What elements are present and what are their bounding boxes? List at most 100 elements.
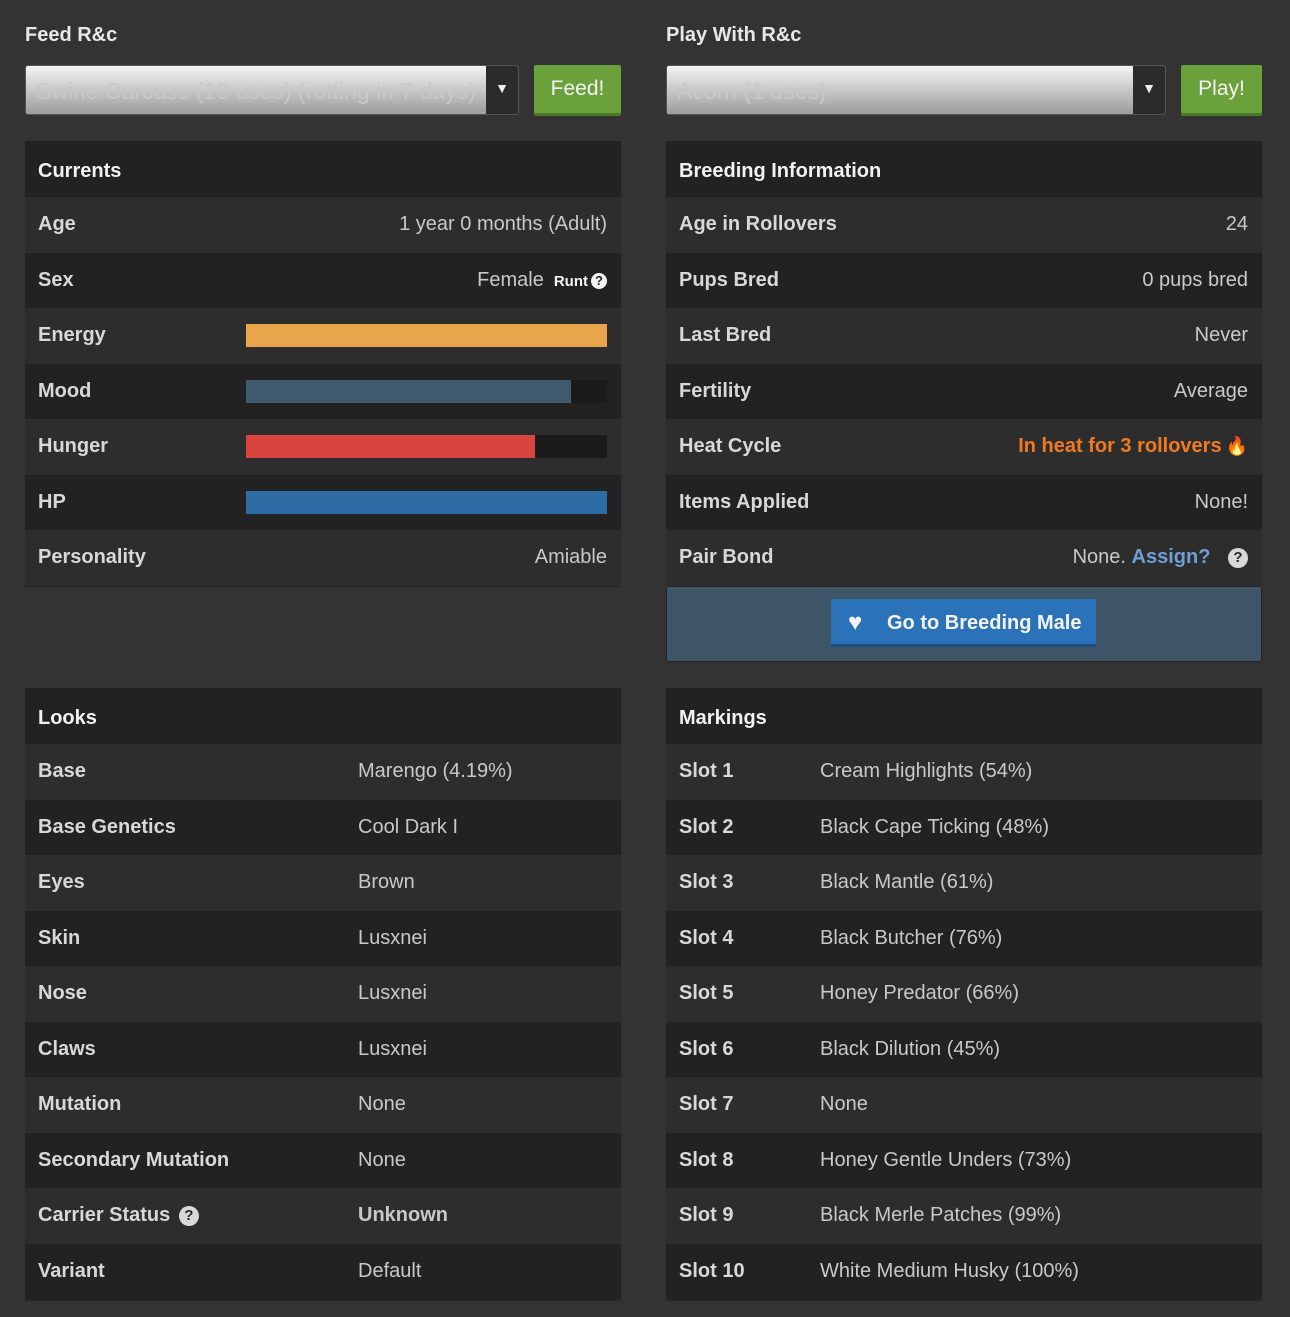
looks-row-value: Lusxnei bbox=[358, 982, 427, 1005]
currents-panel: Currents Age 1 year 0 months (Adult) Sex… bbox=[25, 141, 621, 587]
variant-label: Variant bbox=[38, 1259, 105, 1282]
breeding-row-label: Last Bred bbox=[679, 324, 772, 347]
left-column: Feed R&c Swine Carcass (10 uses) (rottin… bbox=[25, 0, 621, 1317]
heart-icon: ♥ bbox=[848, 609, 863, 636]
heat-text: In heat for 3 rollovers bbox=[1018, 435, 1222, 458]
hunger-bar-fill bbox=[246, 435, 535, 459]
pair-bond-row: Pair Bond None. Assign? ? bbox=[666, 530, 1262, 586]
looks-row: Claws Lusxnei bbox=[25, 1021, 621, 1077]
feed-item-select[interactable]: Swine Carcass (10 uses) (rotting in 7 da… bbox=[25, 65, 519, 115]
age-row: Age 1 year 0 months (Adult) bbox=[25, 197, 621, 253]
marking-value: Black Cape Ticking (48%) bbox=[820, 815, 1049, 838]
personality-row: Personality Amiable bbox=[25, 530, 621, 586]
marking-row: Slot 10 White Medium Husky (100%) bbox=[666, 1243, 1262, 1299]
items-value: None! bbox=[1194, 490, 1248, 513]
personality-label: Personality bbox=[38, 546, 146, 569]
looks-row-value: Marengo (4.19%) bbox=[358, 760, 513, 783]
mood-row: Mood bbox=[25, 363, 621, 419]
sex-label: Sex bbox=[38, 268, 74, 291]
marking-row: Slot 5 Honey Predator (66%) bbox=[666, 966, 1262, 1022]
looks-row: Base Marengo (4.19%) bbox=[25, 744, 621, 800]
marking-value: Black Butcher (76%) bbox=[820, 926, 1003, 949]
sex-row: Sex Female Runt? bbox=[25, 252, 621, 308]
help-icon[interactable]: ? bbox=[178, 1206, 199, 1227]
help-icon[interactable]: ? bbox=[1228, 548, 1248, 569]
looks-row-value: None bbox=[358, 1093, 406, 1116]
breeding-action-box: ♥ Go to Breeding Male bbox=[667, 587, 1261, 661]
looks-row-label: Secondary Mutation bbox=[38, 1148, 230, 1171]
variant-row: Variant Default bbox=[25, 1243, 621, 1299]
energy-bar-fill bbox=[246, 324, 607, 348]
breeding-row-value: Average bbox=[1173, 379, 1248, 402]
hp-label: HP bbox=[38, 490, 66, 513]
looks-row-label: Nose bbox=[38, 982, 87, 1005]
assign-link[interactable]: Assign? bbox=[1132, 546, 1211, 568]
marking-row: Slot 1 Cream Highlights (54%) bbox=[666, 744, 1262, 800]
age-label: Age bbox=[38, 213, 76, 236]
breeding-row-value: Never bbox=[1194, 324, 1248, 347]
marking-slot-label: Slot 5 bbox=[679, 982, 734, 1005]
marking-row: Slot 6 Black Dilution (45%) bbox=[666, 1021, 1262, 1077]
carrier-value-link[interactable]: Unknown bbox=[358, 1204, 448, 1227]
mood-bar bbox=[246, 379, 607, 403]
looks-row-label: Base Genetics bbox=[38, 815, 176, 838]
looks-row-value: Brown bbox=[358, 871, 415, 894]
items-row: Items Applied None! bbox=[666, 474, 1262, 530]
breeding-row-value: 24 bbox=[1225, 213, 1248, 236]
marking-slot-label: Slot 2 bbox=[679, 815, 734, 838]
looks-row: Mutation None bbox=[25, 1077, 621, 1133]
variant-value: Default bbox=[358, 1259, 422, 1282]
breeding-panel: Breeding Information Age in Rollovers 24 … bbox=[666, 141, 1262, 662]
looks-row-label: Claws bbox=[38, 1037, 96, 1060]
marking-value: White Medium Husky (100%) bbox=[820, 1259, 1079, 1282]
hp-bar bbox=[246, 490, 607, 514]
heat-label: Heat Cycle bbox=[679, 435, 782, 458]
marking-row: Slot 9 Black Merle Patches (99%) bbox=[666, 1188, 1262, 1244]
looks-row: Base Genetics Cool Dark I bbox=[25, 799, 621, 855]
energy-label: Energy bbox=[38, 324, 106, 347]
items-label: Items Applied bbox=[679, 490, 810, 513]
hp-bar-fill bbox=[246, 490, 607, 514]
heat-value: In heat for 3 rollovers 🔥 bbox=[1018, 435, 1248, 458]
go-to-breeding-male-button[interactable]: ♥ Go to Breeding Male bbox=[831, 599, 1096, 647]
play-title: Play With R&c bbox=[666, 24, 802, 46]
hp-row: HP bbox=[25, 474, 621, 530]
breeding-row: Age in Rollovers 24 bbox=[666, 197, 1262, 253]
sex-text: Female bbox=[477, 268, 544, 291]
sex-value: Female Runt? bbox=[477, 269, 607, 292]
play-item-select[interactable]: Acorn (1 uses) ▼ bbox=[666, 65, 1166, 115]
help-icon[interactable]: ? bbox=[591, 272, 607, 289]
breeding-row: Pups Bred 0 pups bred bbox=[666, 252, 1262, 308]
marking-slot-label: Slot 3 bbox=[679, 871, 734, 894]
feed-selected-item: Swine Carcass (10 uses) (rotting in 7 da… bbox=[36, 78, 476, 104]
looks-row: Secondary Mutation None bbox=[25, 1132, 621, 1188]
marking-row: Slot 3 Black Mantle (61%) bbox=[666, 855, 1262, 911]
right-column: Play With R&c Acorn (1 uses) ▼ Play! Bre… bbox=[666, 0, 1262, 1317]
looks-row-label: Base bbox=[38, 760, 86, 783]
hunger-label: Hunger bbox=[38, 435, 108, 458]
mood-label: Mood bbox=[38, 379, 92, 402]
pair-bond-value: None. Assign? ? bbox=[1073, 546, 1248, 569]
breeding-row-label: Age in Rollovers bbox=[679, 213, 837, 236]
marking-value: Black Merle Patches (99%) bbox=[820, 1204, 1062, 1227]
runt-badge: Runt bbox=[553, 272, 588, 290]
play-button[interactable]: Play! bbox=[1181, 65, 1262, 113]
hunger-row: Hunger bbox=[25, 419, 621, 475]
markings-title: Markings bbox=[666, 688, 1262, 744]
marking-slot-label: Slot 9 bbox=[679, 1204, 734, 1227]
breeding-row-label: Fertility bbox=[679, 379, 752, 402]
breeding-row: Fertility Average bbox=[666, 363, 1262, 419]
marking-value: Black Dilution (45%) bbox=[820, 1037, 1001, 1060]
breeding-row-label: Pups Bred bbox=[679, 268, 780, 291]
marking-value: Honey Predator (66%) bbox=[820, 982, 1019, 1005]
looks-title: Looks bbox=[25, 688, 621, 744]
marking-value: None bbox=[820, 1093, 868, 1116]
looks-row-value: Cool Dark I bbox=[358, 815, 459, 838]
marking-value: Honey Gentle Unders (73%) bbox=[820, 1148, 1072, 1171]
looks-row-label: Eyes bbox=[38, 871, 85, 894]
chevron-down-icon: ▼ bbox=[1133, 66, 1165, 114]
looks-row-label: Mutation bbox=[38, 1093, 122, 1116]
personality-value: Amiable bbox=[534, 546, 607, 569]
feed-button[interactable]: Feed! bbox=[534, 65, 621, 113]
pair-bond-label: Pair Bond bbox=[679, 546, 774, 569]
